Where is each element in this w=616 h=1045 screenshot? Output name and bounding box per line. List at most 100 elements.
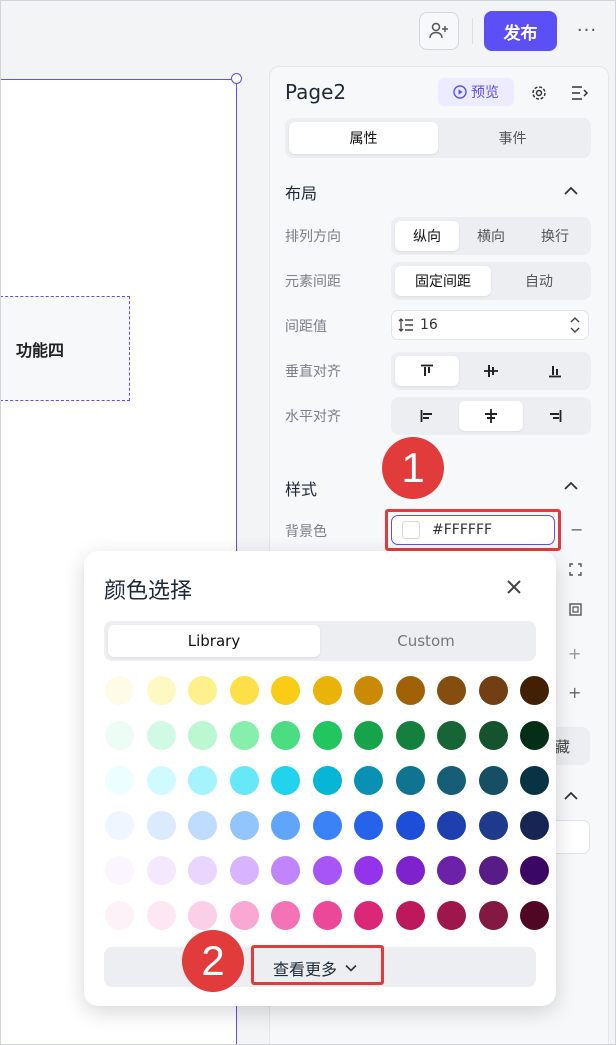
color-swatch-4-4[interactable] xyxy=(271,856,300,885)
color-swatch-4-7[interactable] xyxy=(395,856,425,885)
minus-icon[interactable]: − xyxy=(570,520,583,539)
color-swatch-5-7[interactable] xyxy=(395,901,425,930)
color-swatch-2-8[interactable] xyxy=(437,766,466,795)
color-swatch-5-3[interactable] xyxy=(229,901,259,930)
plus-icon[interactable]: + xyxy=(568,683,581,702)
chevron-up-icon[interactable] xyxy=(563,791,579,801)
align-center-option[interactable] xyxy=(459,401,523,431)
color-swatch-0-7[interactable] xyxy=(395,676,425,705)
align-bottom-option[interactable] xyxy=(523,356,587,386)
color-swatch-5-2[interactable] xyxy=(188,901,217,930)
color-swatch-0-8[interactable] xyxy=(437,676,466,705)
color-swatch-5-5[interactable] xyxy=(312,901,342,930)
chevron-up-icon[interactable] xyxy=(563,186,579,196)
color-swatch-2-3[interactable] xyxy=(229,766,259,795)
color-swatch-3-7[interactable] xyxy=(395,811,425,840)
align-top-option[interactable] xyxy=(395,356,459,386)
color-swatch-1-9[interactable] xyxy=(478,721,508,750)
tab-library[interactable]: Library xyxy=(108,625,320,657)
padding-icon[interactable] xyxy=(569,603,582,616)
gear-icon[interactable] xyxy=(530,84,548,102)
resize-handle[interactable] xyxy=(231,73,242,84)
color-swatch-3-5[interactable] xyxy=(312,811,342,840)
color-swatch-1-1[interactable] xyxy=(146,721,176,750)
color-swatch-1-8[interactable] xyxy=(437,721,466,750)
color-swatch-1-10[interactable] xyxy=(520,721,549,750)
tab-events[interactable]: 事件 xyxy=(438,122,587,154)
color-swatch-1-2[interactable] xyxy=(188,721,217,750)
color-swatch-1-6[interactable] xyxy=(354,721,383,750)
direction-vertical[interactable]: 纵向 xyxy=(395,221,459,251)
color-swatch-3-6[interactable] xyxy=(354,811,383,840)
color-swatch-3-2[interactable] xyxy=(188,811,217,840)
color-swatch-0-6[interactable] xyxy=(354,676,383,705)
color-swatch-2-2[interactable] xyxy=(188,766,217,795)
color-swatch-0-4[interactable] xyxy=(271,676,300,705)
color-swatch-0-5[interactable] xyxy=(312,676,342,705)
stepper-icon[interactable] xyxy=(570,315,580,335)
preview-button[interactable]: 预览 xyxy=(438,78,514,106)
plus-icon[interactable]: + xyxy=(568,644,581,663)
color-swatch-2-9[interactable] xyxy=(478,766,508,795)
spacing-auto[interactable]: 自动 xyxy=(491,266,587,296)
color-swatch-3-3[interactable] xyxy=(229,811,259,840)
feature-component[interactable]: 功能四 xyxy=(0,296,130,401)
color-swatch-4-1[interactable] xyxy=(146,856,176,885)
color-swatch-0-0[interactable] xyxy=(105,676,134,705)
color-swatch-5-10[interactable] xyxy=(520,901,549,930)
color-swatch-5-1[interactable] xyxy=(146,901,176,930)
spacing-fixed[interactable]: 固定间距 xyxy=(395,266,491,296)
direction-wrap[interactable]: 换行 xyxy=(523,221,587,251)
color-swatch-3-1[interactable] xyxy=(146,811,176,840)
color-swatch-0-3[interactable] xyxy=(229,676,259,705)
color-swatch-4-5[interactable] xyxy=(312,856,342,885)
color-swatch-4-6[interactable] xyxy=(354,856,383,885)
color-swatch-0-2[interactable] xyxy=(188,676,217,705)
color-swatch-5-6[interactable] xyxy=(354,901,383,930)
direction-horizontal[interactable]: 横向 xyxy=(459,221,523,251)
color-swatch-5-9[interactable] xyxy=(478,901,508,930)
color-swatch-2-4[interactable] xyxy=(271,766,300,795)
color-swatch-1-7[interactable] xyxy=(395,721,425,750)
color-swatch-4-10[interactable] xyxy=(520,856,549,885)
close-icon[interactable] xyxy=(504,577,524,597)
color-swatch-5-0[interactable] xyxy=(105,901,134,930)
add-collaborator-button[interactable] xyxy=(419,12,459,50)
more-options-button[interactable]: ··· xyxy=(574,20,600,41)
expand-icon[interactable] xyxy=(569,563,582,576)
color-swatch-1-4[interactable] xyxy=(271,721,300,750)
color-swatch-0-10[interactable] xyxy=(520,676,549,705)
gap-input[interactable]: 16 xyxy=(391,310,589,340)
publish-button[interactable]: 发布 xyxy=(484,11,557,51)
color-swatch-2-0[interactable] xyxy=(105,766,134,795)
color-swatch-3-4[interactable] xyxy=(271,811,300,840)
color-swatch-2-7[interactable] xyxy=(395,766,425,795)
align-left-option[interactable] xyxy=(395,401,459,431)
align-right-option[interactable] xyxy=(523,401,587,431)
color-swatch-2-10[interactable] xyxy=(520,766,549,795)
collapse-panel-icon[interactable] xyxy=(571,85,589,101)
color-swatch-3-0[interactable] xyxy=(105,811,134,840)
color-swatch-0-1[interactable] xyxy=(146,676,176,705)
color-swatch-5-8[interactable] xyxy=(437,901,466,930)
color-swatch-3-9[interactable] xyxy=(478,811,508,840)
color-swatch-3-8[interactable] xyxy=(437,811,466,840)
color-swatch-4-8[interactable] xyxy=(437,856,466,885)
align-middle-option[interactable] xyxy=(459,356,523,386)
color-swatch-2-5[interactable] xyxy=(312,766,342,795)
tab-custom[interactable]: Custom xyxy=(320,625,532,657)
color-swatch-4-3[interactable] xyxy=(229,856,259,885)
chevron-up-icon[interactable] xyxy=(563,481,579,491)
color-swatch-4-0[interactable] xyxy=(105,856,134,885)
tab-properties[interactable]: 属性 xyxy=(289,122,438,154)
color-swatch-2-6[interactable] xyxy=(354,766,383,795)
color-swatch-1-0[interactable] xyxy=(105,721,134,750)
color-swatch-5-4[interactable] xyxy=(271,901,300,930)
color-swatch-3-10[interactable] xyxy=(520,811,549,840)
color-swatch-1-5[interactable] xyxy=(312,721,342,750)
color-swatch-0-9[interactable] xyxy=(478,676,508,705)
color-swatch-4-2[interactable] xyxy=(188,856,217,885)
color-swatch-4-9[interactable] xyxy=(478,856,508,885)
color-swatch-1-3[interactable] xyxy=(229,721,259,750)
color-swatch-2-1[interactable] xyxy=(146,766,176,795)
